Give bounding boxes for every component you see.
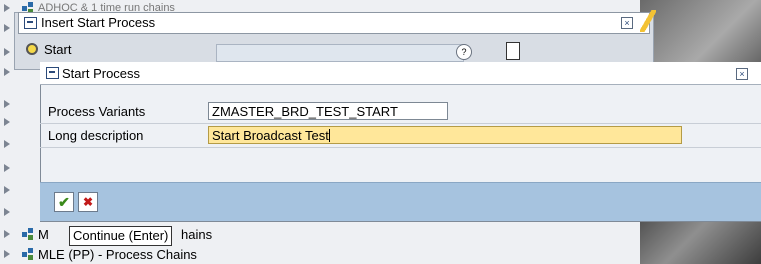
- process-chain-icon: [22, 228, 34, 240]
- long-description-value: Start Broadcast Test: [212, 128, 329, 143]
- process-variants-field[interactable]: ZMASTER_BRD_TEST_START: [208, 102, 448, 120]
- expand-arrow-icon[interactable]: [4, 118, 10, 126]
- tree-item-label: M: [38, 226, 49, 242]
- tree-row[interactable]: MLE (PP) - Process Chains: [4, 246, 197, 262]
- close-icon[interactable]: ×: [736, 68, 748, 80]
- start-row: Start: [26, 40, 71, 58]
- process-variants-label: Process Variants: [48, 104, 146, 119]
- dialog-title: Start Process: [62, 66, 141, 81]
- text-cursor: [328, 129, 330, 142]
- expand-arrow-icon[interactable]: [4, 4, 10, 12]
- expand-arrow-icon[interactable]: [4, 250, 10, 258]
- close-icon[interactable]: ×: [621, 17, 633, 29]
- divider: [40, 123, 761, 124]
- expand-arrow-icon[interactable]: [4, 186, 10, 194]
- document-icon[interactable]: [506, 42, 520, 60]
- expand-arrow-icon[interactable]: [4, 24, 10, 32]
- expand-arrow-icon[interactable]: [4, 140, 10, 148]
- start-label: Start: [44, 41, 72, 57]
- expand-arrow-icon[interactable]: [4, 68, 10, 76]
- divider: [40, 147, 761, 148]
- tree-row[interactable]: [4, 182, 18, 198]
- start-process-titlebar: Start Process ×: [40, 62, 761, 85]
- process-variants-value: ZMASTER_BRD_TEST_START: [212, 104, 398, 119]
- dialog-title: Insert Start Process: [41, 15, 156, 30]
- tree-row[interactable]: [4, 204, 18, 220]
- tree-row[interactable]: M: [4, 226, 49, 242]
- tree-item-label: hains: [181, 227, 213, 242]
- continue-button[interactable]: ✔: [54, 192, 74, 212]
- expand-arrow-icon[interactable]: [4, 164, 10, 172]
- tooltip: Continue (Enter): [69, 226, 173, 246]
- cancel-button[interactable]: ✖: [78, 192, 98, 212]
- help-icon[interactable]: ?: [456, 44, 472, 60]
- start-input[interactable]: [216, 44, 464, 62]
- expand-arrow-icon[interactable]: [4, 230, 10, 238]
- x-icon: ✖: [82, 195, 94, 209]
- insert-start-process-titlebar: Insert Start Process ×: [18, 12, 650, 34]
- long-description-label: Long description: [48, 128, 144, 143]
- checkmark-icon: ✔: [58, 193, 70, 210]
- tree-row[interactable]: [4, 114, 18, 130]
- tree-row[interactable]: [4, 96, 18, 112]
- window-icon: [24, 17, 37, 29]
- title-decoration: [640, 10, 656, 32]
- window-icon: [46, 67, 59, 79]
- tree-row[interactable]: [4, 160, 18, 176]
- long-description-field[interactable]: Start Broadcast Test: [208, 126, 682, 144]
- start-icon: [26, 43, 38, 55]
- process-chain-icon: [22, 248, 34, 260]
- expand-arrow-icon[interactable]: [4, 208, 10, 216]
- dialog-footer: [40, 182, 761, 221]
- expand-arrow-icon[interactable]: [4, 100, 10, 108]
- tree-row[interactable]: [4, 136, 18, 152]
- expand-arrow-icon[interactable]: [4, 48, 10, 56]
- tree-item-label: MLE (PP) - Process Chains: [38, 246, 197, 262]
